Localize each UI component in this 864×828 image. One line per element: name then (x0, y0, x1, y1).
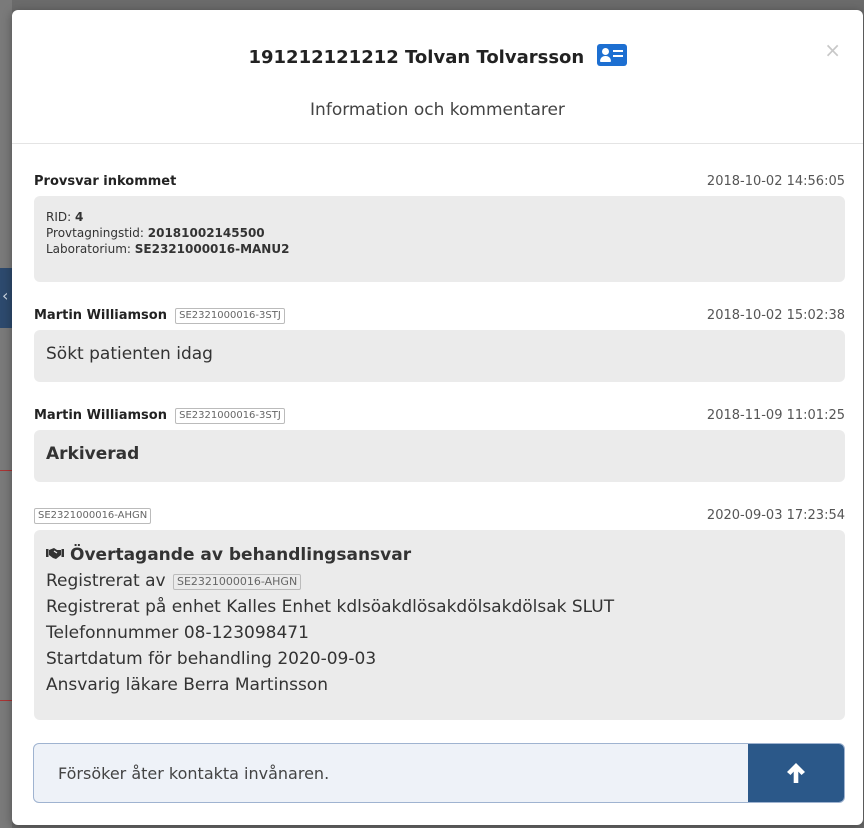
feed-entry: Martin Williamson SE2321000016-3STJ 2018… (34, 308, 845, 382)
close-button[interactable]: × (824, 38, 841, 62)
user-id-tag: SE2321000016-3STJ (175, 308, 285, 324)
background-divider (0, 700, 12, 701)
registered-by-line: Registrerat av SE2321000016-AHGN (46, 568, 833, 594)
entry-bubble: Arkiverad (34, 430, 845, 482)
feed-entry: Martin Williamson SE2321000016-3STJ 2018… (34, 408, 845, 482)
modal-title: 191212121212 Tolvan Tolvarsson (12, 44, 863, 68)
patient-title: 191212121212 Tolvan Tolvarsson (248, 47, 585, 68)
comments-modal: 191212121212 Tolvan Tolvarsson × Informa… (12, 10, 863, 825)
doctor-line: Ansvarig läkare Berra Martinsson (46, 675, 328, 695)
entry-author: Martin Williamson (34, 408, 167, 423)
entry-bubble: Övertagande av behandlingsansvar Registr… (34, 530, 845, 720)
entry-timestamp: 2020-09-03 17:23:54 (706, 508, 845, 523)
comment-feed[interactable]: Provsvar inkommet 2018-10-02 14:56:05 RI… (12, 144, 863, 734)
result-line: RID: 4 (46, 210, 84, 224)
background-page (0, 0, 12, 828)
arrow-up-icon (787, 763, 805, 783)
result-line: Laboratorium: SE2321000016-MANU2 (46, 242, 290, 256)
background-divider (0, 470, 12, 471)
entry-meta: Martin Williamson SE2321000016-3STJ 2018… (34, 308, 845, 330)
user-id-tag: SE2321000016-AHGN (34, 508, 152, 524)
send-button[interactable] (748, 744, 844, 802)
feed-entry: SE2321000016-AHGN 2020-09-03 17:23:54 Öv… (34, 508, 845, 720)
entry-meta: Provsvar inkommet 2018-10-02 14:56:05 (34, 174, 845, 196)
background-sidebar-tab: ‹ (0, 268, 12, 328)
user-id-tag: SE2321000016-AHGN (172, 574, 302, 590)
unit-line: Registrerat på enhet Kalles Enhet kdlsöa… (46, 597, 615, 617)
start-date-line: Startdatum för behandling 2020-09-03 (46, 649, 377, 669)
user-id-tag: SE2321000016-3STJ (175, 408, 285, 424)
entry-bubble: RID: 4 Provtagningstid: 20181002145500 L… (34, 196, 845, 282)
modal-header: 191212121212 Tolvan Tolvarsson × Informa… (12, 10, 863, 144)
entry-heading: Övertagande av behandlingsansvar (46, 542, 833, 568)
entry-meta: SE2321000016-AHGN 2020-09-03 17:23:54 (34, 508, 845, 530)
comment-input[interactable] (34, 744, 748, 802)
handshake-icon (46, 542, 64, 568)
id-card-icon (596, 44, 627, 66)
entry-author: Provsvar inkommet (34, 174, 177, 189)
comment-composer (33, 743, 845, 803)
entry-timestamp: 2018-10-02 14:56:05 (706, 174, 845, 189)
entry-author: Martin Williamson (34, 308, 167, 323)
phone-line: Telefonnummer 08-123098471 (46, 623, 309, 643)
modal-subtitle: Information och kommentarer (310, 100, 565, 120)
entry-meta: Martin Williamson SE2321000016-3STJ 2018… (34, 408, 845, 430)
feed-entry: Provsvar inkommet 2018-10-02 14:56:05 RI… (34, 174, 845, 282)
chevron-left-icon: ‹ (2, 286, 9, 305)
entry-timestamp: 2018-10-02 15:02:38 (706, 308, 845, 323)
entry-timestamp: 2018-11-09 11:01:25 (706, 408, 845, 423)
entry-bubble: Sökt patienten idag (34, 330, 845, 382)
result-line: Provtagningstid: 20181002145500 (46, 226, 265, 240)
